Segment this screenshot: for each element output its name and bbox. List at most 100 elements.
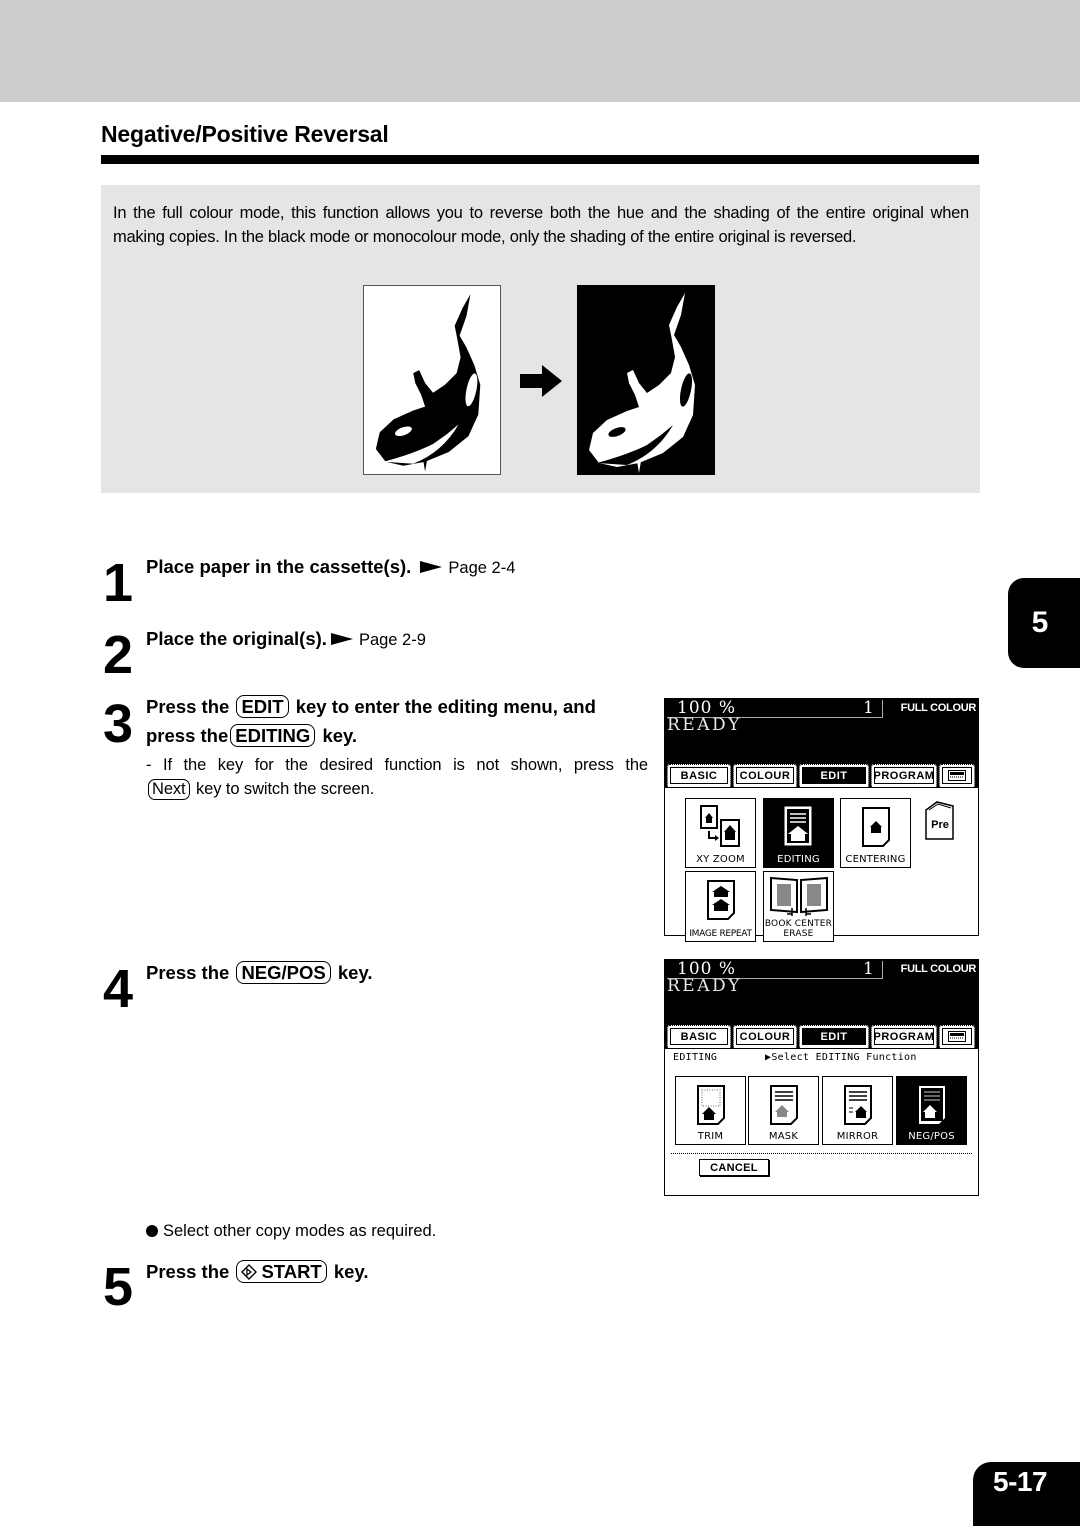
orca-negative-image: [577, 285, 715, 475]
step-1-text: Place paper in the cassette(s).: [146, 556, 412, 577]
centering-label: CENTERING: [845, 854, 906, 865]
step-3-text-a: Press the: [146, 696, 230, 717]
step-2-heading: Place the original(s). Page 2-9: [146, 624, 426, 655]
step-1-page-ref[interactable]: Page 2-4: [448, 559, 515, 577]
step-2-text: Place the original(s).: [146, 628, 327, 649]
mirror-label: MIRROR: [836, 1131, 879, 1142]
start-key-label: START: [261, 1261, 322, 1282]
tab-basic-label: BASIC: [670, 1028, 728, 1045]
lcd-mode-label: EDITING: [673, 1052, 718, 1063]
tab-basic-label: BASIC: [670, 767, 728, 784]
mirror-icon: [843, 1085, 872, 1125]
lcd-function-area: XY ZOOM EDITING CENTERING Pre IMAGE REPE…: [665, 787, 978, 942]
step-5-text-b: key.: [333, 1261, 369, 1282]
intro-box: In the full colour mode, this function a…: [101, 185, 980, 493]
lcd-copy-count: 1: [863, 959, 874, 979]
xy-zoom-icon: [699, 805, 740, 847]
lcd-copy-count: 1: [863, 698, 874, 718]
lcd-status-text: READY: [667, 715, 742, 735]
lcd-function-area: EDITING ▶Select EDITING Function TRIM MA…: [665, 1048, 978, 1195]
tab-colour[interactable]: COLOUR: [733, 764, 797, 787]
start-key: START: [236, 1260, 327, 1283]
lcd-panel-editing-menu: 100 % 1 FULL COLOUR READY BASIC COLOUR E…: [664, 959, 979, 1196]
tab-edit[interactable]: EDIT: [799, 764, 869, 787]
menu-screen-icon: [942, 1028, 972, 1045]
tab-program[interactable]: PROGRAM: [871, 764, 937, 787]
step-4-text-a: Press the: [146, 962, 230, 983]
section-title: Negative/Positive Reversal: [101, 121, 389, 147]
orca-negative-icon: [589, 293, 695, 473]
header-band: [0, 0, 1080, 102]
tab-basic[interactable]: BASIC: [667, 1025, 731, 1048]
step-number-4: 4: [103, 959, 133, 1019]
step-3-note-b: key to switch the screen.: [196, 779, 375, 798]
editing-label: EDITING: [777, 854, 820, 865]
mask-button[interactable]: MASK: [748, 1076, 819, 1145]
tab-basic[interactable]: BASIC: [667, 764, 731, 787]
mirror-button[interactable]: MIRROR: [822, 1076, 893, 1145]
tab-colour[interactable]: COLOUR: [733, 1025, 797, 1048]
tab-program-label: PROGRAM: [874, 1028, 934, 1045]
image-repeat-label: IMAGE REPEAT: [689, 929, 752, 939]
tab-menu[interactable]: [939, 1025, 975, 1048]
bullet-icon: [146, 1225, 158, 1237]
book-center-erase-icon: [769, 876, 828, 916]
step-number-5: 5: [103, 1257, 133, 1317]
orca-positive-image: [363, 285, 501, 475]
book-center-erase-button[interactable]: BOOK CENTER ERASE: [763, 871, 834, 942]
lcd-status-area: 100 % 1 FULL COLOUR READY: [665, 959, 978, 1022]
neg-pos-key-label: NEG/POS: [236, 961, 331, 984]
tab-edit-label: EDIT: [802, 1028, 866, 1045]
xy-zoom-label: XY ZOOM: [696, 854, 745, 865]
page-ref-arrow-icon: [420, 560, 443, 573]
step-3-text-d: key.: [322, 725, 358, 746]
neg-pos-button[interactable]: NEG/POS: [896, 1076, 967, 1145]
menu-screen-icon: [942, 767, 972, 784]
step-2-page-ref[interactable]: Page 2-9: [359, 631, 426, 649]
lcd-panel-edit-menu: 100 % 1 FULL COLOUR READY BASIC COLOUR E…: [664, 698, 979, 942]
step-3-note-a: - If the key for the desired function is…: [146, 756, 648, 774]
image-repeat-button[interactable]: IMAGE REPEAT: [685, 871, 756, 942]
tab-program-label: PROGRAM: [874, 767, 934, 784]
lcd-instruction: ▶Select EDITING Function: [765, 1052, 917, 1063]
step-3-text-b: key to enter the editing menu, and: [295, 696, 596, 717]
step-1-heading: Place paper in the cassette(s). Page 2-4: [146, 552, 515, 583]
pre-tab-icon: Pre: [925, 801, 954, 840]
cancel-button[interactable]: CANCEL: [699, 1159, 769, 1176]
edit-key-label: EDIT: [236, 695, 289, 718]
neg-pos-icon: [918, 1086, 945, 1124]
image-repeat-icon: [706, 880, 735, 920]
xy-zoom-button[interactable]: XY ZOOM: [685, 798, 756, 868]
lcd-divider: [671, 1153, 972, 1154]
book-center-label: BOOK CENTER: [764, 919, 833, 929]
centering-button[interactable]: CENTERING: [840, 798, 911, 868]
lcd-status-text: READY: [667, 976, 742, 996]
bullet-text: Select other copy modes as required.: [163, 1222, 437, 1240]
page-number: 5-17: [973, 1462, 1080, 1526]
step-3-heading: Press the EDIT key to enter the editing …: [146, 692, 596, 750]
page-ref-arrow-icon: [330, 632, 353, 645]
step-number-1: 1: [103, 553, 133, 613]
lcd-colour-mode: FULL COLOUR: [900, 963, 977, 975]
tab-edit-label: EDIT: [802, 767, 866, 784]
editing-key-label: EDITING: [230, 724, 316, 747]
tab-colour-label: COLOUR: [736, 1028, 794, 1045]
orca-positive-icon: [375, 294, 481, 472]
chapter-tab[interactable]: 5: [1008, 578, 1080, 668]
pre-button[interactable]: Pre: [925, 800, 955, 840]
title-rule: [101, 155, 979, 164]
tab-colour-label: COLOUR: [736, 767, 794, 784]
tab-program[interactable]: PROGRAM: [871, 1025, 937, 1048]
trim-label: TRIM: [697, 1131, 724, 1142]
pre-label: Pre: [931, 819, 949, 831]
next-key-label: Next: [148, 778, 190, 800]
editing-button[interactable]: EDITING: [763, 798, 834, 868]
lcd-tab-bar: BASIC COLOUR EDIT PROGRAM: [665, 1022, 978, 1048]
trim-button[interactable]: TRIM: [675, 1076, 746, 1145]
tab-edit[interactable]: EDIT: [799, 1025, 869, 1048]
mask-label: MASK: [768, 1131, 799, 1142]
intro-text: In the full colour mode, this function a…: [113, 204, 969, 246]
tab-menu[interactable]: [939, 764, 975, 787]
step-5-heading: Press the START key.: [146, 1257, 369, 1286]
lcd-tab-bar: BASIC COLOUR EDIT PROGRAM: [665, 761, 978, 787]
